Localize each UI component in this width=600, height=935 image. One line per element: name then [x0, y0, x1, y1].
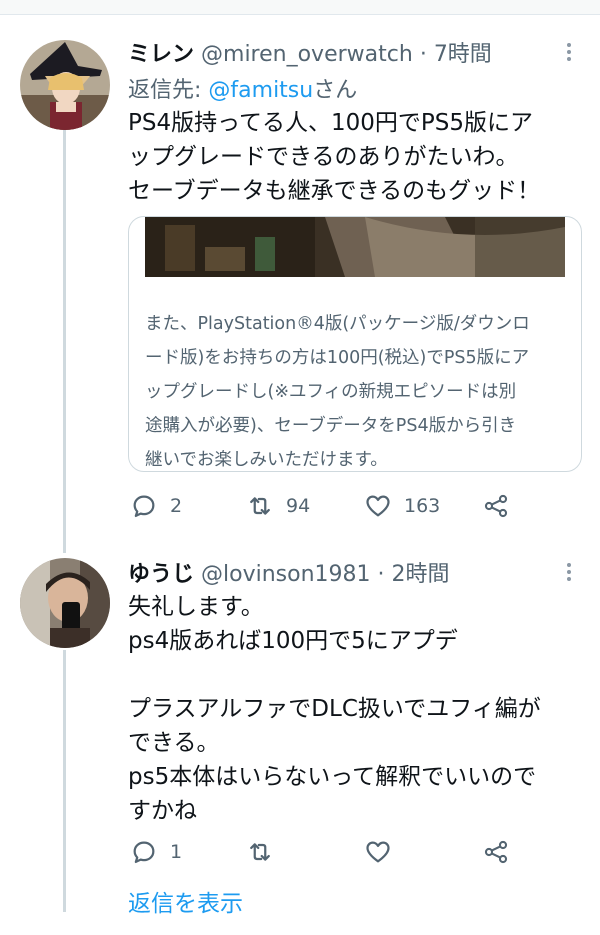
separator-dot: · [419, 42, 427, 67]
retweet-button[interactable] [246, 834, 274, 870]
like-button[interactable] [364, 834, 392, 870]
tweet-line: PS4版持ってる人、100円でPS5版にア [128, 110, 533, 136]
reply-button[interactable]: 2 [130, 488, 182, 524]
card-line: 途購入が必要)、セーブデータをPS4版から引き [145, 416, 517, 436]
tweet-actions: 1 [128, 834, 528, 870]
card-image [145, 217, 565, 277]
retweet-icon [250, 497, 270, 515]
reply-icon [133, 841, 155, 864]
retweet-icon [250, 843, 270, 861]
share-button[interactable] [482, 488, 510, 524]
reply-count: 1 [170, 841, 183, 863]
tweet-line: ps4版あれば100円で5にアプデ [128, 628, 458, 654]
tweet-blank-line [128, 658, 582, 692]
tweet-header: ゆうじ @lovinson1981 · 2時間 [128, 556, 560, 588]
like-button[interactable]: 163 [364, 488, 440, 524]
display-name[interactable]: ゆうじ [128, 562, 194, 587]
tweet-header: ミレン @miren_overwatch · 7時間 [128, 36, 560, 68]
user-handle[interactable]: @lovinson1981 [201, 562, 371, 587]
display-name[interactable]: ミレン [128, 42, 194, 67]
tweet-text: PS4版持ってる人、100円でPS5版にア ップグレードできるのありがたいわ。 … [128, 106, 582, 208]
more-icon[interactable] [562, 40, 576, 64]
like-icon [366, 841, 390, 863]
tweet-line: 失礼します。 [128, 594, 264, 620]
separator-dot: · [377, 562, 385, 587]
more-icon[interactable] [562, 560, 576, 584]
share-icon [484, 494, 508, 518]
reply-button[interactable]: 1 [130, 834, 182, 870]
card-line: 継いでお楽しみいただけます。 [145, 450, 388, 470]
tweet-line: セーブデータも継承できるのもグッド！ [128, 178, 541, 204]
thread-line [63, 128, 66, 553]
card-line: また、PlayStation®4版(パッケージ版/ダウンロ [145, 314, 530, 334]
like-count: 163 [404, 495, 441, 517]
show-replies-link[interactable]: 返信を表示 [128, 884, 243, 918]
replying-suffix: さん [313, 78, 358, 103]
top-divider [0, 0, 600, 15]
replying-prefix: 返信先: [128, 78, 209, 103]
card-line: ップグレードし(※ユフィの新規エピソードは別 [145, 382, 517, 402]
tweet-line: ップグレードできるのありがたいわ。 [128, 144, 519, 170]
avatar-miren[interactable] [20, 40, 110, 130]
tweet-line: プラスアルファでDLC扱いでユフィ編が [128, 696, 541, 722]
timestamp[interactable]: 7時間 [434, 42, 492, 67]
tweet-line: ps5本体はいらないって解釈でいいので [128, 764, 537, 790]
share-button[interactable] [482, 834, 510, 870]
retweet-count: 94 [286, 495, 311, 517]
replying-mention-link[interactable]: @famitsu [208, 78, 313, 103]
replying-to: 返信先: @famitsuさん [128, 72, 357, 104]
card-description: また、PlayStation®4版(パッケージ版/ダウンロ ード版)をお持ちの方… [145, 307, 565, 471]
reply-count: 2 [170, 495, 183, 517]
avatar-image [20, 558, 110, 648]
tweet-text: 失礼します。 ps4版あれば100円で5にアプデ プラスアルファでDLC扱いでユ… [128, 590, 582, 828]
reply-icon [133, 495, 155, 518]
user-handle[interactable]: @miren_overwatch [201, 42, 413, 67]
link-card[interactable]: また、PlayStation®4版(パッケージ版/ダウンロ ード版)をお持ちの方… [128, 216, 582, 472]
tweet-actions: 2 94 163 [128, 488, 528, 524]
thread-line [63, 650, 66, 912]
timestamp[interactable]: 2時間 [392, 562, 450, 587]
share-icon [484, 840, 508, 864]
tweet-line: できる。 [128, 730, 220, 756]
card-line: ード版)をお持ちの方は100円(税込)でPS5版にア [145, 348, 530, 368]
avatar-yuji[interactable] [20, 558, 110, 648]
tweet-line: すかね [128, 798, 197, 824]
avatar-image [20, 40, 110, 130]
like-icon [366, 495, 390, 517]
retweet-button[interactable]: 94 [246, 488, 310, 524]
